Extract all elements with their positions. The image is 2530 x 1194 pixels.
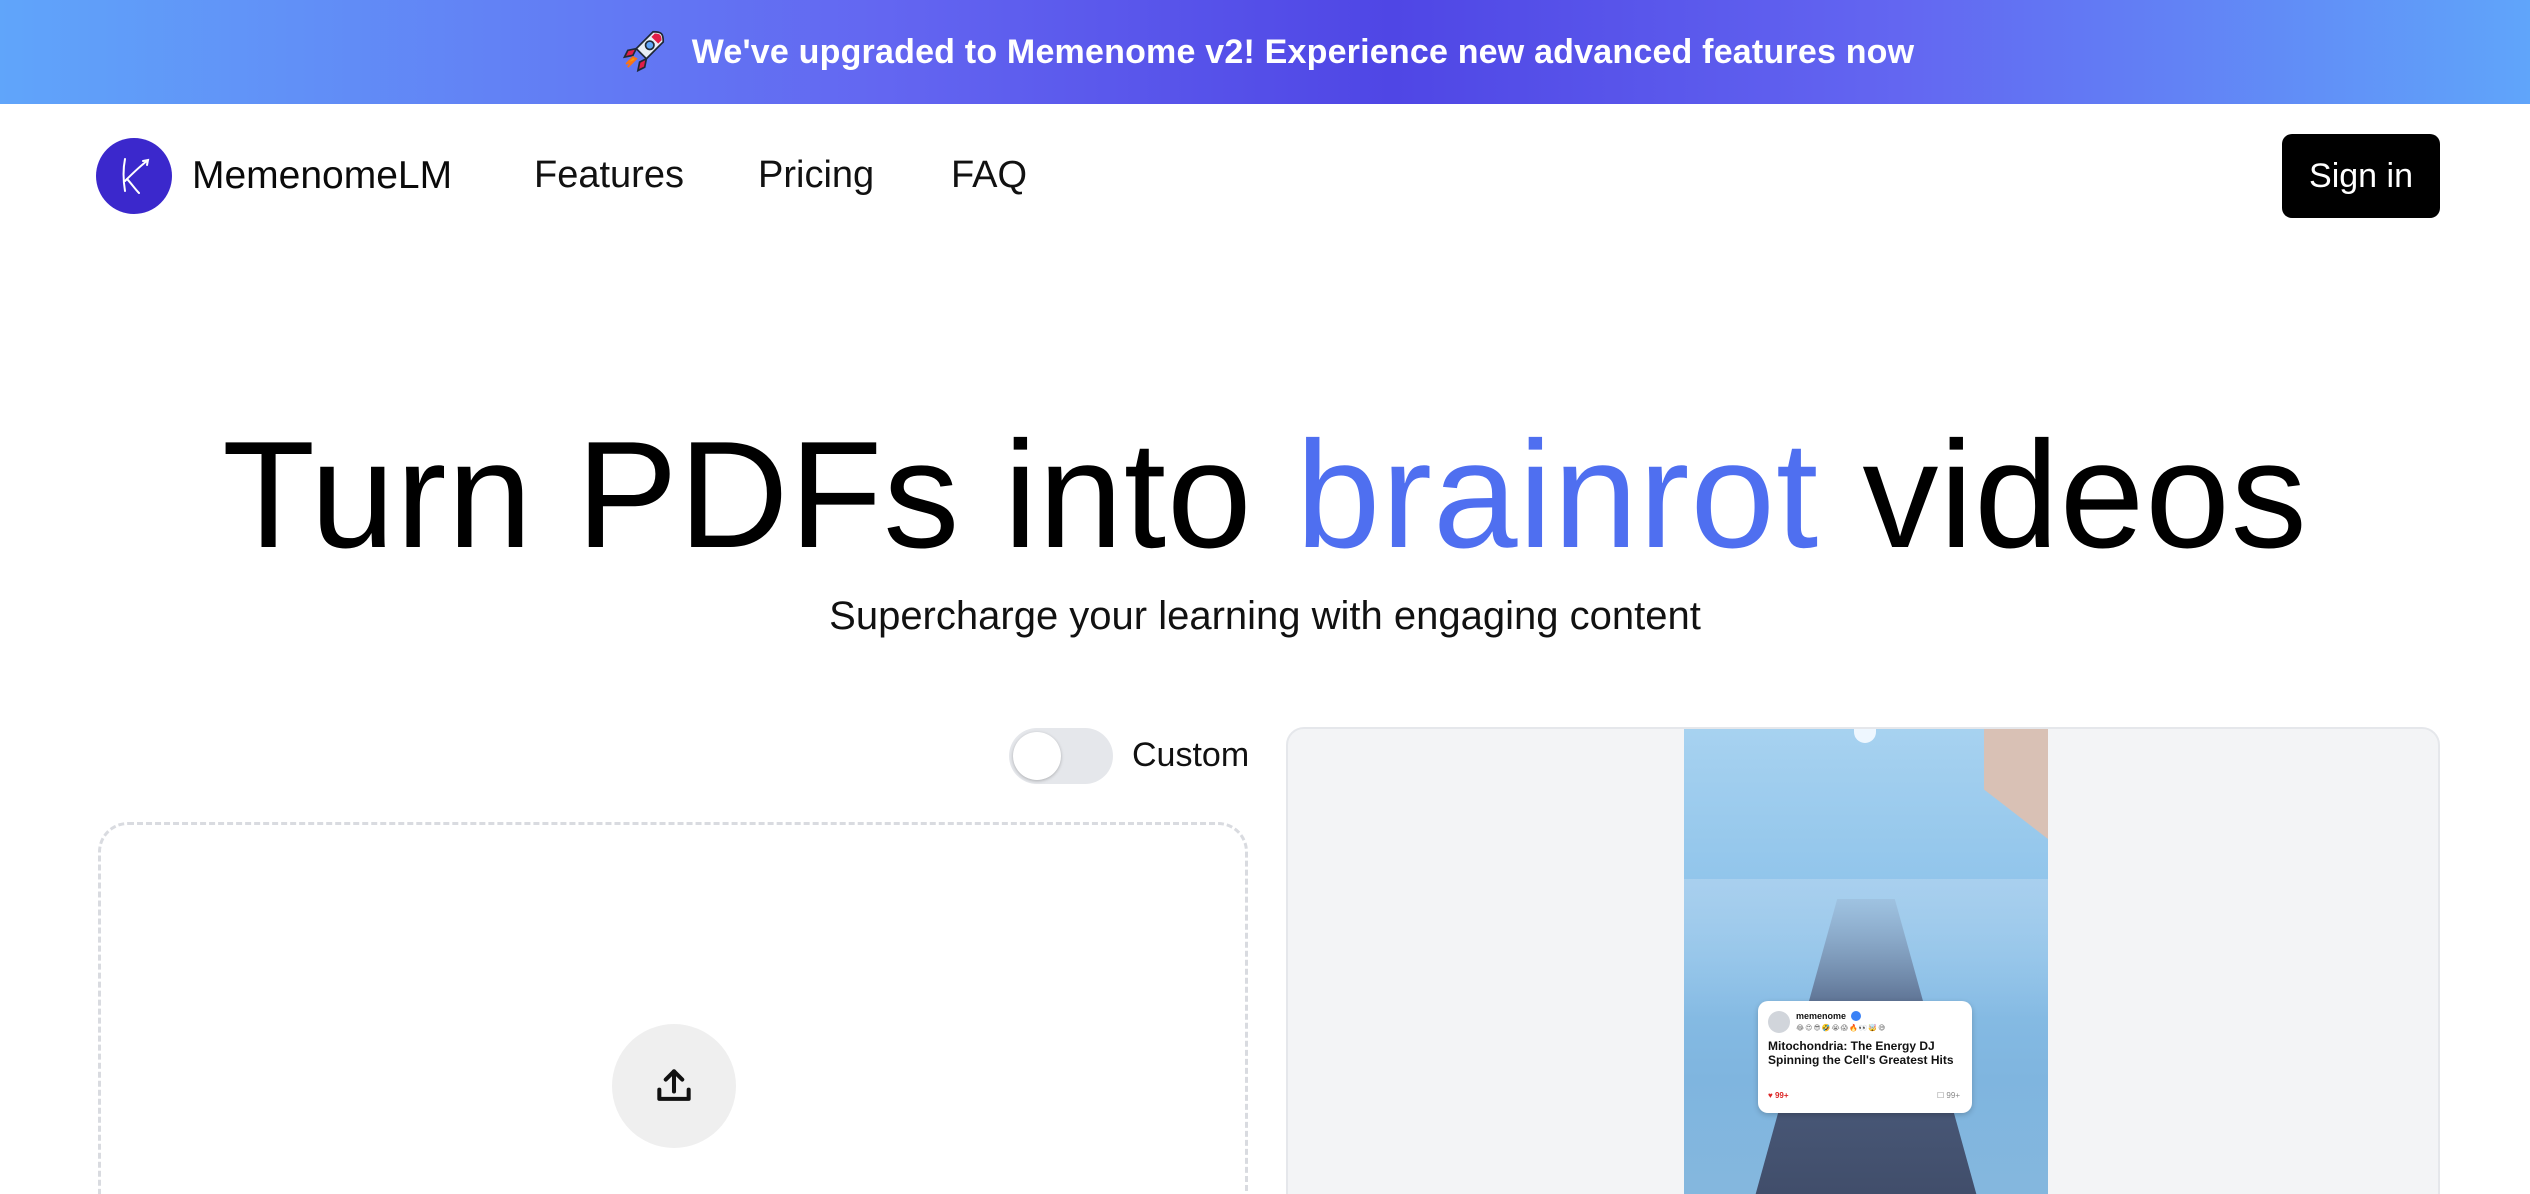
hero-subtitle: Supercharge your learning with engaging … xyxy=(829,594,1701,638)
post-likes: ♥ 99+ xyxy=(1768,1091,1789,1100)
fog-overlay xyxy=(1684,879,2048,1019)
post-comments-count: 99+ xyxy=(1946,1091,1960,1100)
post-title: Mitochondria: The Energy DJ Spinning the… xyxy=(1768,1039,1954,1067)
post-likes-count: 99+ xyxy=(1774,1091,1789,1100)
video-preview-panel: memenome 😂😍😎🤣😭😱🔥👀🤯😅 Mitochondria: The En… xyxy=(1286,727,2440,1194)
hero-title-accent: brainrot xyxy=(1295,410,1820,580)
logo[interactable] xyxy=(96,138,172,214)
top-nav: MemenomeLM Features Pricing FAQ Sign in xyxy=(0,104,2530,250)
rocket-icon xyxy=(622,30,664,73)
verified-badge-icon xyxy=(1851,1011,1861,1021)
nav-link-pricing[interactable]: Pricing xyxy=(758,154,874,197)
wall-corner xyxy=(1984,729,2048,839)
social-post-card: memenome 😂😍😎🤣😭😱🔥👀🤯😅 Mitochondria: The En… xyxy=(1758,1001,1972,1113)
upload-button[interactable] xyxy=(612,1024,736,1148)
custom-toggle-label: Custom xyxy=(1132,736,1250,774)
hero-title-start: Turn PDFs into xyxy=(222,410,1296,580)
sign-in-button[interactable]: Sign in xyxy=(2282,134,2440,218)
upload-icon xyxy=(657,1069,691,1101)
banner-text[interactable]: We've upgraded to Memenome v2! Experienc… xyxy=(692,33,1915,72)
post-comments: ☐ 99+ xyxy=(1937,1091,1960,1100)
brand-name[interactable]: MemenomeLM xyxy=(192,154,452,198)
nav-link-faq[interactable]: FAQ xyxy=(951,154,1027,197)
hero-title-end: videos xyxy=(1819,410,2308,580)
avatar xyxy=(1768,1011,1790,1033)
post-username: memenome xyxy=(1796,1011,1847,1021)
toggle-knob xyxy=(1013,732,1061,780)
custom-toggle[interactable] xyxy=(1009,728,1113,784)
announcement-banner[interactable]: We've upgraded to Memenome v2! Experienc… xyxy=(0,0,2530,104)
sky-light xyxy=(1854,729,1876,743)
nav-link-features[interactable]: Features xyxy=(534,154,684,197)
post-emojis: 😂😍😎🤣😭😱🔥👀🤯😅 xyxy=(1796,1025,1887,1032)
hero-title: Turn PDFs into brainrot videos xyxy=(0,410,2530,580)
comment-icon: ☐ xyxy=(1937,1091,1947,1100)
preview-video[interactable]: memenome 😂😍😎🤣😭😱🔥👀🤯😅 Mitochondria: The En… xyxy=(1684,729,2048,1194)
heart-icon: ♥ xyxy=(1768,1091,1775,1100)
logo-mark-icon xyxy=(122,158,150,194)
